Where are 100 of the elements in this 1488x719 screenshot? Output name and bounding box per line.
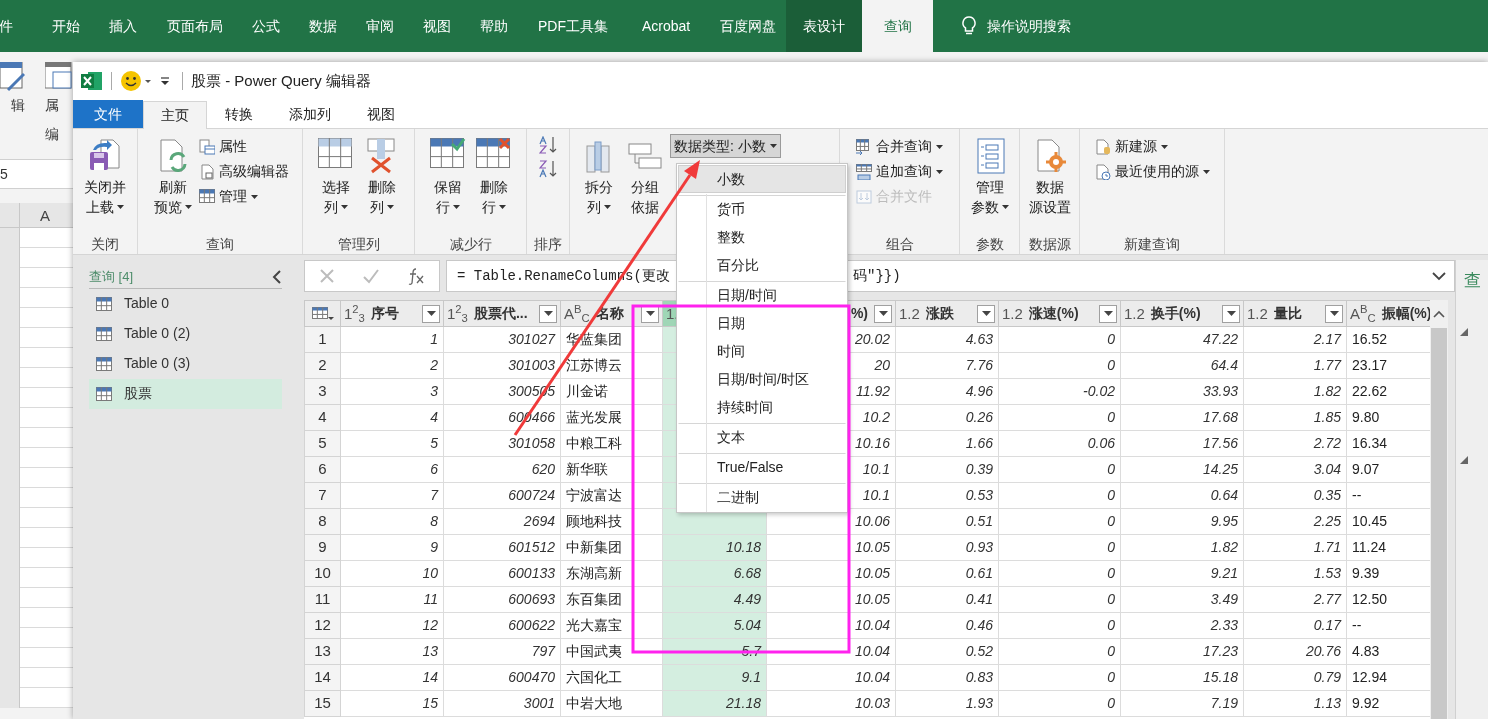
- filter-button[interactable]: [874, 304, 892, 323]
- menu-item[interactable]: 小数: [678, 165, 846, 193]
- ribbon-button[interactable]: 追加查询: [856, 161, 943, 182]
- query-item[interactable]: Table 0 (2): [89, 318, 282, 349]
- table-cell: 10.45: [1346, 508, 1431, 535]
- ribbon-tab[interactable]: PDF工具集: [523, 0, 623, 52]
- ribbon-button[interactable]: 删除 行: [472, 134, 515, 217]
- ribbon-group-label: 管理列: [337, 236, 380, 252]
- tab[interactable]: 文件: [73, 100, 143, 128]
- table-cell: 2.72: [1243, 430, 1347, 457]
- ribbon-tab[interactable]: 插入: [94, 0, 151, 52]
- table-cell: 3: [340, 378, 444, 405]
- ribbon-button[interactable]: 关闭并 上载: [81, 134, 129, 217]
- table-cell: 600724: [443, 482, 561, 509]
- side-panel-label[interactable]: 查: [1464, 268, 1482, 294]
- ribbon-button[interactable]: 保留 行: [426, 134, 469, 217]
- ribbon-tab[interactable]: 审阅: [352, 0, 408, 52]
- table-menu-icon[interactable]: [311, 306, 334, 321]
- ribbon-button[interactable]: 合并查询: [856, 136, 943, 157]
- ribbon-tab[interactable]: 数据: [294, 0, 352, 52]
- tab[interactable]: 视图: [349, 100, 413, 128]
- expand-icon[interactable]: [1432, 271, 1446, 281]
- filter-button[interactable]: [1325, 304, 1343, 323]
- search-label[interactable]: 操作说明搜索: [987, 15, 1071, 37]
- scrollbar[interactable]: [1430, 300, 1449, 719]
- ribbon-button[interactable]: 最近使用的源: [1094, 161, 1210, 182]
- ribbon-tab[interactable]: 视图: [408, 0, 465, 52]
- function-icon[interactable]: [407, 267, 426, 285]
- column-header[interactable]: 涨跌: [925, 303, 971, 324]
- ribbon-tab[interactable]: 百度网盘: [709, 0, 786, 52]
- row-number: 2: [304, 352, 341, 379]
- tab[interactable]: 添加列: [271, 100, 349, 128]
- filter-button[interactable]: [422, 304, 440, 323]
- table-cell: 0.06: [998, 430, 1121, 457]
- column-type-label[interactable]: 1.2: [1002, 306, 1023, 321]
- ribbon-button[interactable]: 选择 列: [314, 134, 357, 217]
- column-header[interactable]: 股票代...: [473, 303, 533, 324]
- ribbon-tab[interactable]: 公式: [238, 0, 294, 52]
- column-type-label[interactable]: 1.2: [1124, 306, 1145, 321]
- collapse-icon[interactable]: [272, 269, 282, 284]
- tab[interactable]: 转换: [207, 100, 271, 128]
- column-header[interactable]: 序号: [370, 303, 416, 324]
- ribbon-button[interactable]: 属性: [199, 136, 289, 157]
- ribbon-button[interactable]: 刷新 预览: [151, 134, 195, 217]
- ribbon-button[interactable]: 删除 列: [360, 134, 403, 217]
- ribbon-button[interactable]: 分组 依据: [624, 134, 666, 217]
- data-type-dropdown[interactable]: 数据类型: 小数: [670, 134, 781, 158]
- sort-ascending-icon[interactable]: [539, 136, 557, 154]
- caret-icon: [498, 205, 506, 209]
- sort-descending-icon[interactable]: [539, 160, 557, 178]
- ribbon-tab[interactable]: Acrobat: [623, 0, 709, 52]
- scrollbar-thumb[interactable]: [1431, 328, 1448, 719]
- column-header[interactable]: 量比: [1273, 303, 1319, 324]
- customize-toolbar-icon[interactable]: [160, 75, 170, 87]
- expand-triangle-icon[interactable]: [1460, 328, 1469, 336]
- ribbon-tab[interactable]: 表设计: [786, 0, 862, 52]
- ribbon-tab[interactable]: 查询: [862, 0, 933, 52]
- filter-button[interactable]: [1222, 304, 1240, 323]
- ribbon-button-label: 辑: [11, 96, 25, 115]
- ribbon-group-label: 参数: [975, 236, 1004, 252]
- table-cell: 0: [998, 326, 1121, 353]
- ribbon-tab[interactable]: 页面布局: [151, 0, 238, 52]
- expand-triangle-icon[interactable]: [1460, 456, 1469, 464]
- caret-icon: [878, 311, 888, 316]
- ribbon-button[interactable]: 新建源: [1094, 136, 1210, 157]
- table-cell: 20.76: [1243, 638, 1347, 665]
- ribbon-button[interactable]: 管理: [199, 186, 289, 207]
- ribbon-button[interactable]: 拆分 列: [578, 134, 620, 217]
- table-cell: 4.63: [895, 326, 999, 353]
- filter-button[interactable]: [977, 304, 995, 323]
- ribbon-tab[interactable]: 帮助: [465, 0, 523, 52]
- table-icon: [96, 296, 112, 311]
- ribbon-tab[interactable]: 开始: [37, 0, 94, 52]
- table-cell: 9.21: [1120, 560, 1244, 587]
- column-type-label[interactable]: 1.2: [899, 306, 920, 321]
- column-header[interactable]: 换手(%): [1150, 303, 1216, 324]
- column-header[interactable]: 振幅(%): [1381, 303, 1431, 324]
- ribbon-button[interactable]: 管理 参数: [967, 134, 1012, 217]
- column-header[interactable]: A: [40, 203, 50, 227]
- filter-button[interactable]: [539, 304, 557, 323]
- column-type-label[interactable]: 1.2: [1247, 306, 1268, 321]
- ribbon-group-label: 查询: [206, 236, 234, 252]
- table-cell: 1.66: [895, 430, 999, 457]
- filter-button[interactable]: [1099, 304, 1117, 323]
- ribbon-button[interactable]: 数据 源设置: [1025, 134, 1074, 217]
- caret-icon: [340, 205, 348, 209]
- query-item[interactable]: Table 0 (3): [89, 348, 282, 379]
- ribbon-button-label: 属: [45, 96, 59, 115]
- smiley-icon[interactable]: [120, 70, 152, 92]
- tab[interactable]: 主页: [143, 101, 207, 129]
- row-number: 15: [304, 690, 341, 717]
- ribbon-button[interactable]: 高级编辑器: [199, 161, 289, 182]
- query-item[interactable]: 股票: [89, 378, 282, 409]
- caret-icon: [543, 311, 553, 316]
- query-item[interactable]: Table 0: [89, 288, 282, 319]
- table-cell: -0.02: [998, 378, 1121, 405]
- scroll-up-icon[interactable]: [1433, 310, 1446, 318]
- menu-item[interactable]: 整数: [678, 223, 846, 251]
- table-cell: 3.49: [1120, 586, 1244, 613]
- column-header[interactable]: 涨速(%): [1028, 303, 1093, 324]
